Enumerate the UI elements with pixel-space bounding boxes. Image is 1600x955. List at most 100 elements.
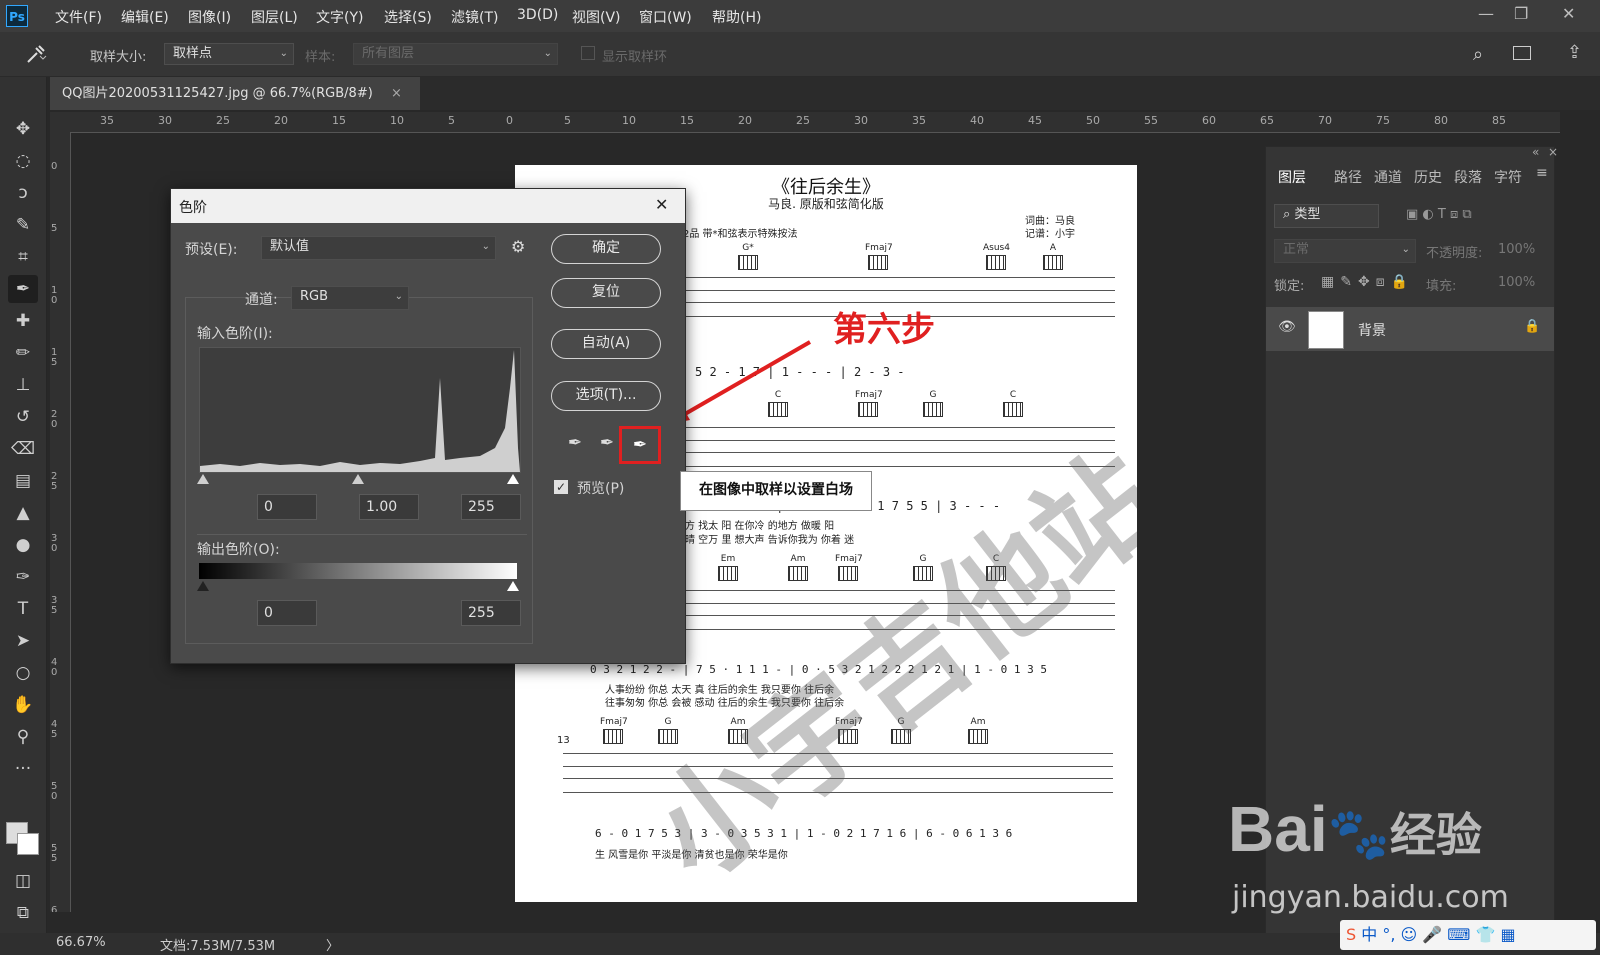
- menu-window[interactable]: 窗口(W): [639, 7, 692, 27]
- gray-point-eyedropper-icon[interactable]: ✒: [593, 429, 621, 457]
- dodge-tool-icon[interactable]: ●: [8, 531, 38, 559]
- ime-toolbar[interactable]: S 中 °, ☺ 🎤 ⌨ 👕 ▦: [1340, 920, 1596, 950]
- menu-file[interactable]: 文件(F): [55, 7, 102, 27]
- tab-paragraph[interactable]: 段落: [1454, 167, 1482, 187]
- output-white-slider[interactable]: [507, 581, 519, 591]
- eyedropper-tool-preset-icon[interactable]: [22, 42, 50, 66]
- close-icon[interactable]: ✕: [655, 195, 668, 214]
- more-tools-icon[interactable]: ···: [8, 755, 38, 783]
- minimize-button[interactable]: —: [1478, 4, 1494, 23]
- window-close-button[interactable]: ✕: [1562, 4, 1575, 23]
- search-icon: ⌕: [1283, 207, 1295, 222]
- input-gamma-field[interactable]: 1.00: [359, 494, 419, 520]
- preset-select[interactable]: 默认值 ⌄: [261, 236, 496, 260]
- output-black-field[interactable]: 0: [257, 600, 317, 626]
- eyedropper-tool-icon[interactable]: ✒: [8, 275, 38, 303]
- ruler-tick-label: 80: [1434, 114, 1448, 127]
- tab-character[interactable]: 字符: [1494, 167, 1522, 187]
- dialog-title-bar[interactable]: 色阶 ✕: [171, 189, 685, 223]
- healing-brush-icon[interactable]: ✚: [8, 307, 38, 335]
- quick-mask-icon[interactable]: ◫: [8, 867, 38, 895]
- eraser-tool-icon[interactable]: ⌫: [8, 435, 38, 463]
- menu-select[interactable]: 选择(S): [384, 7, 432, 27]
- brush-tool-icon[interactable]: ✏: [8, 339, 38, 367]
- input-white-slider[interactable]: [507, 474, 519, 484]
- workspace-icon[interactable]: [1513, 46, 1531, 60]
- tab-layers[interactable]: 图层: [1278, 167, 1306, 187]
- status-menu-arrow[interactable]: 〉: [326, 935, 339, 954]
- document-tab[interactable]: QQ图片20200531125427.jpg @ 66.7%(RGB/8#) ×: [50, 77, 420, 110]
- search-icon[interactable]: ⌕: [1473, 44, 1483, 65]
- sample-select[interactable]: 所有图层 ⌄: [353, 43, 558, 65]
- background-color-swatch[interactable]: [17, 833, 39, 855]
- tab-channels[interactable]: 通道: [1374, 167, 1402, 187]
- panel-menu-icon[interactable]: ≡: [1536, 165, 1548, 181]
- zoom-level[interactable]: 66.67%: [56, 935, 106, 950]
- layer-filter-icons[interactable]: ▣ ◐ T ⧈ ⧉: [1406, 207, 1472, 222]
- quick-select-tool-icon[interactable]: ✎: [8, 211, 38, 239]
- restore-button[interactable]: ❐: [1514, 4, 1528, 23]
- chord-diagram: Fmaj7: [865, 243, 893, 270]
- path-select-tool-icon[interactable]: ➤: [8, 627, 38, 655]
- ruler-tick-label: 20: [738, 114, 752, 127]
- input-black-slider[interactable]: [197, 474, 209, 484]
- menu-type[interactable]: 文字(Y): [316, 7, 363, 27]
- ellipse-tool-icon[interactable]: ○: [8, 659, 38, 687]
- ruler-tick-label: 35: [100, 114, 114, 127]
- sample-size-select[interactable]: 取样点 ⌄: [164, 43, 294, 65]
- fill-value[interactable]: 100%: [1498, 275, 1535, 290]
- tab-paths[interactable]: 路径: [1334, 167, 1362, 187]
- input-gamma-slider[interactable]: [352, 474, 364, 484]
- layer-row[interactable]: 👁 背景 🔒: [1266, 307, 1554, 351]
- black-point-eyedropper-icon[interactable]: ✒: [561, 429, 589, 457]
- panel-close-icon[interactable]: ×: [1548, 145, 1558, 159]
- crop-tool-icon[interactable]: ⌗: [8, 243, 38, 271]
- menu-3d[interactable]: 3D(D): [517, 7, 558, 23]
- blend-mode-select[interactable]: 正常 ⌄: [1274, 239, 1416, 263]
- hand-tool-icon[interactable]: ✋: [8, 691, 38, 719]
- lyrics-line: 地方 找太 阳 在你冷 的地方 做暖 阳: [675, 521, 835, 532]
- output-white-field[interactable]: 255: [461, 600, 521, 626]
- type-tool-icon[interactable]: T: [8, 595, 38, 623]
- menu-image[interactable]: 图像(I): [188, 7, 231, 27]
- ruler-tick-label: 75: [1376, 114, 1390, 127]
- stamp-tool-icon[interactable]: ⊥: [8, 371, 38, 399]
- collapse-icon[interactable]: «: [1532, 145, 1539, 159]
- gradient-tool-icon[interactable]: ▤: [8, 467, 38, 495]
- ruler-tick-label: 5: [51, 223, 58, 234]
- channel-select[interactable]: RGB ⌄: [291, 286, 409, 310]
- sogou-icon[interactable]: S: [1346, 925, 1356, 944]
- preview-checkbox[interactable]: ✓: [554, 480, 568, 494]
- share-icon[interactable]: ⇪: [1567, 42, 1582, 63]
- blur-tool-icon[interactable]: ▲: [8, 499, 38, 527]
- history-brush-icon[interactable]: ↺: [8, 403, 38, 431]
- tab-history[interactable]: 历史: [1414, 167, 1442, 187]
- eye-icon[interactable]: 👁: [1278, 319, 1296, 335]
- white-point-eyedropper-icon[interactable]: ✒: [626, 431, 654, 459]
- reset-button[interactable]: 复位: [551, 278, 661, 308]
- ok-button[interactable]: 确定: [551, 234, 661, 264]
- settings-gear-icon[interactable]: ⚙: [511, 237, 525, 256]
- opacity-value[interactable]: 100%: [1498, 242, 1535, 257]
- layer-filter-select[interactable]: ⌕ 类型: [1274, 204, 1379, 228]
- menu-help[interactable]: 帮助(H): [712, 7, 761, 27]
- output-black-slider[interactable]: [197, 581, 209, 591]
- pen-tool-icon[interactable]: ✑: [8, 563, 38, 591]
- zoom-tool-icon[interactable]: ⚲: [8, 723, 38, 751]
- menu-edit[interactable]: 编辑(E): [121, 7, 169, 27]
- close-tab-icon[interactable]: ×: [391, 86, 402, 101]
- menu-filter[interactable]: 滤镜(T): [451, 7, 498, 27]
- input-white-field[interactable]: 255: [461, 494, 521, 520]
- lasso-tool-icon[interactable]: ↄ: [8, 179, 38, 207]
- options-button[interactable]: 选项(T)...: [551, 381, 661, 411]
- show-ring-checkbox[interactable]: [581, 46, 595, 60]
- auto-button[interactable]: 自动(A): [551, 329, 661, 359]
- screen-mode-icon[interactable]: ⧉: [8, 899, 38, 927]
- lock-icons[interactable]: ▦✎✥⧈🔒: [1321, 274, 1414, 290]
- menu-view[interactable]: 视图(V): [572, 7, 621, 27]
- input-black-field[interactable]: 0: [257, 494, 317, 520]
- layer-filter-label: 类型: [1294, 207, 1321, 222]
- marquee-tool-icon[interactable]: ◌: [8, 147, 38, 175]
- menu-layer[interactable]: 图层(L): [251, 7, 298, 27]
- move-tool-icon[interactable]: ✥: [8, 115, 38, 143]
